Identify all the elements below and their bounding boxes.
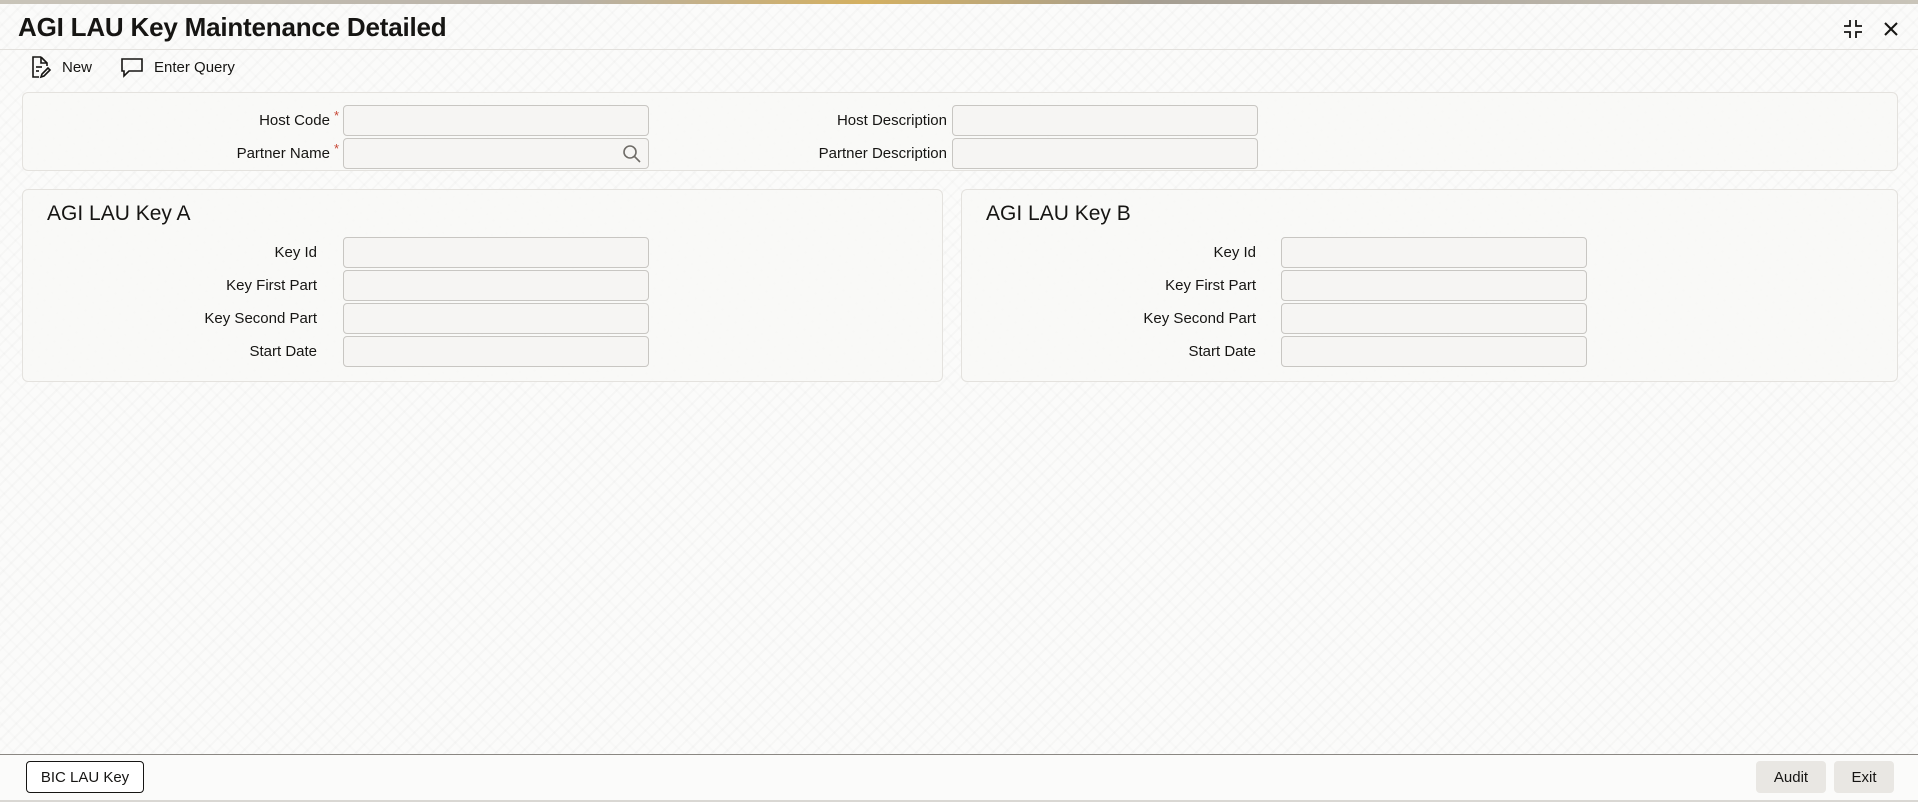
host-code-label: Host Code * bbox=[259, 108, 339, 129]
partner-description-label: Partner Description bbox=[818, 145, 947, 162]
close-button[interactable] bbox=[1878, 16, 1904, 42]
key-b-key-first-part-input[interactable] bbox=[1281, 270, 1587, 301]
audit-button[interactable]: Audit bbox=[1756, 761, 1826, 793]
key-b-start-date-label: Start Date bbox=[1188, 343, 1256, 360]
key-b-key-id-label: Key Id bbox=[1213, 244, 1256, 261]
exit-button[interactable]: Exit bbox=[1834, 761, 1894, 793]
new-button-label: New bbox=[62, 58, 93, 76]
partner-name-input[interactable] bbox=[343, 138, 649, 169]
page-title: AGI LAU Key Maintenance Detailed bbox=[18, 12, 447, 42]
partner-name-label: Partner Name * bbox=[236, 141, 339, 162]
key-b-key-second-part-label: Key Second Part bbox=[1143, 310, 1256, 327]
host-partner-panel: Host Code * Host Description Partner Name… bbox=[22, 92, 1898, 171]
key-b-start-date-input[interactable] bbox=[1281, 336, 1587, 367]
document-edit-icon bbox=[32, 56, 52, 79]
key-a-key-first-part-input[interactable] bbox=[343, 270, 649, 301]
key-a-start-date-input[interactable] bbox=[343, 336, 649, 367]
key-b-panel: AGI LAU Key B Key Id Key First Part Key … bbox=[961, 189, 1898, 382]
partner-description-input[interactable] bbox=[952, 138, 1258, 169]
key-a-panel: AGI LAU Key A Key Id Key First Part Key … bbox=[22, 189, 943, 382]
key-a-start-date-label: Start Date bbox=[249, 343, 317, 360]
footer-bar: BIC LAU Key Audit Exit bbox=[0, 754, 1918, 802]
key-b-key-second-part-input[interactable] bbox=[1281, 303, 1587, 334]
key-b-key-first-part-label: Key First Part bbox=[1165, 277, 1256, 294]
key-a-key-second-part-input[interactable] bbox=[343, 303, 649, 334]
enter-query-label: Enter Query bbox=[154, 58, 235, 76]
key-a-key-first-part-label: Key First Part bbox=[226, 277, 317, 294]
title-bar: AGI LAU Key Maintenance Detailed bbox=[0, 4, 1918, 50]
window-controls bbox=[1840, 16, 1904, 42]
key-a-key-second-part-label: Key Second Part bbox=[204, 310, 317, 327]
required-marker: * bbox=[333, 141, 339, 156]
key-a-title: AGI LAU Key A bbox=[47, 202, 191, 225]
collapse-button[interactable] bbox=[1840, 16, 1866, 42]
chat-bubble-icon bbox=[121, 58, 143, 78]
required-marker: * bbox=[333, 108, 339, 123]
host-code-input[interactable] bbox=[343, 105, 649, 136]
host-description-input[interactable] bbox=[952, 105, 1258, 136]
enter-query-button[interactable]: Enter Query bbox=[120, 56, 235, 78]
new-button[interactable]: New bbox=[28, 55, 92, 79]
bic-lau-key-button[interactable]: BIC LAU Key bbox=[26, 761, 144, 793]
key-b-key-id-input[interactable] bbox=[1281, 237, 1587, 268]
toolbar: New Enter Query bbox=[0, 50, 1918, 84]
key-a-key-id-label: Key Id bbox=[274, 244, 317, 261]
close-icon bbox=[1884, 22, 1898, 36]
collapse-icon bbox=[1844, 20, 1862, 38]
key-b-title: AGI LAU Key B bbox=[986, 202, 1131, 225]
host-description-label: Host Description bbox=[836, 112, 947, 129]
key-a-key-id-input[interactable] bbox=[343, 237, 649, 268]
